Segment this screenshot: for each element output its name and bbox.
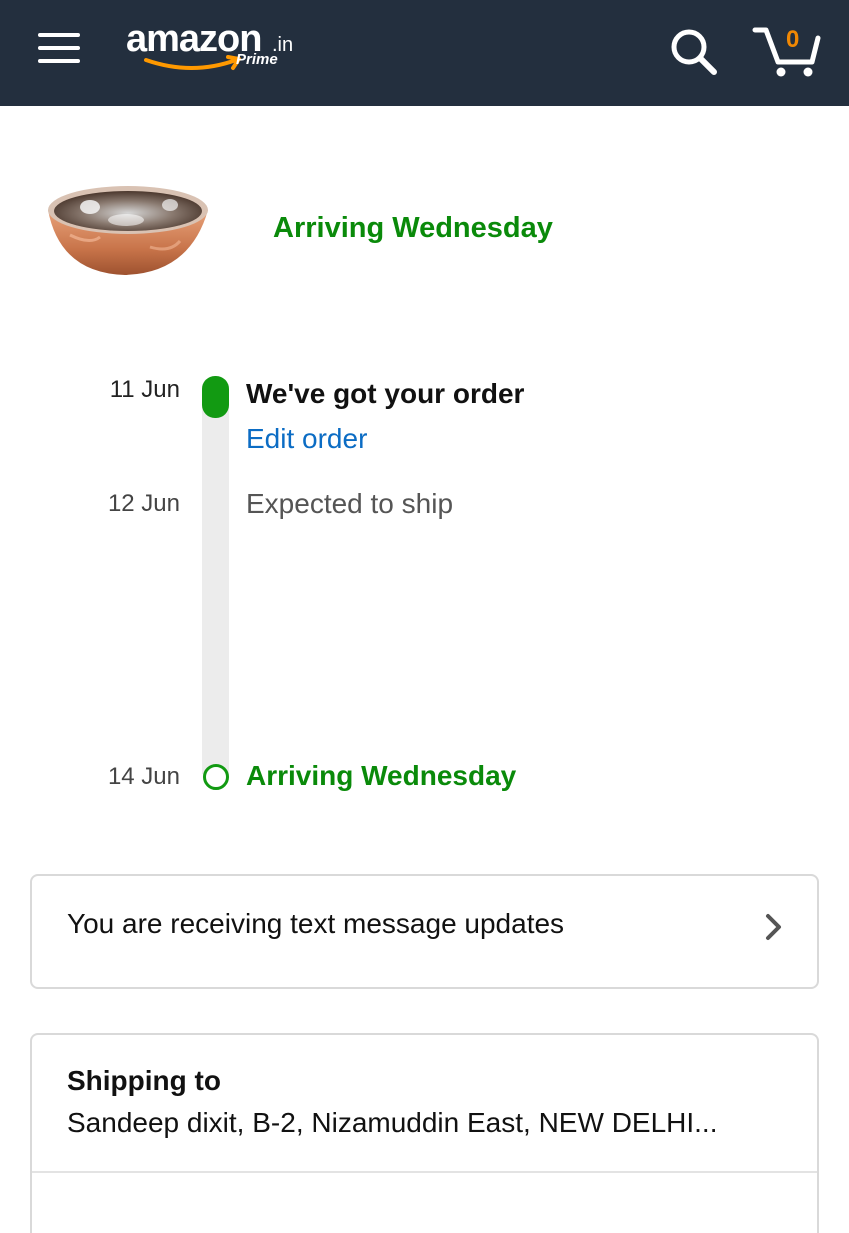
menu-line-icon (38, 46, 80, 50)
cart-button[interactable]: 0 (752, 22, 822, 80)
arrival-headline: Arriving Wednesday (273, 212, 553, 244)
timeline-node-complete (202, 376, 229, 418)
shipping-address-card: Shipping to Sandeep dixit, B-2, Nizamudd… (30, 1033, 819, 1233)
menu-line-icon (38, 59, 80, 63)
menu-line-icon (38, 33, 80, 37)
timeline-step-title: We've got your order (246, 378, 525, 409)
order-progress-timeline: 11 Jun We've got your order Edit order 1… (0, 360, 849, 810)
timeline-date: 14 Jun (107, 763, 180, 790)
smile-arrow-icon (144, 55, 241, 70)
text-message-updates-card[interactable]: You are receiving text message updates (30, 874, 819, 989)
timeline-step-title: Arriving Wednesday (246, 760, 517, 791)
edit-order-link[interactable]: Edit order (246, 423, 367, 455)
search-icon (671, 29, 717, 75)
hamburger-menu-button[interactable] (36, 30, 82, 66)
timeline-node-upcoming (203, 764, 229, 790)
shipping-label: Shipping to (67, 1065, 221, 1096)
shipping-address: Sandeep dixit, B-2, Nizamuddin East, NEW… (67, 1107, 718, 1138)
card-divider (32, 1171, 817, 1173)
timeline-date: 12 Jun (107, 490, 180, 517)
timeline-track (202, 384, 229, 774)
logo-prime-tag: Prime (236, 51, 278, 68)
timeline-date: 11 Jun (109, 376, 180, 403)
timeline-step-title: Expected to ship (246, 488, 454, 519)
top-navigation-bar: amazon .in Prime 0 (0, 0, 849, 106)
amazon-logo[interactable]: amazon .in Prime (126, 14, 306, 76)
copper-bowl-image[interactable] (30, 165, 220, 290)
text-message-updates-label: You are receiving text message updates (67, 908, 565, 939)
search-button[interactable] (668, 26, 718, 76)
cart-count-badge: 0 (786, 26, 800, 53)
chevron-right-icon (766, 914, 781, 940)
